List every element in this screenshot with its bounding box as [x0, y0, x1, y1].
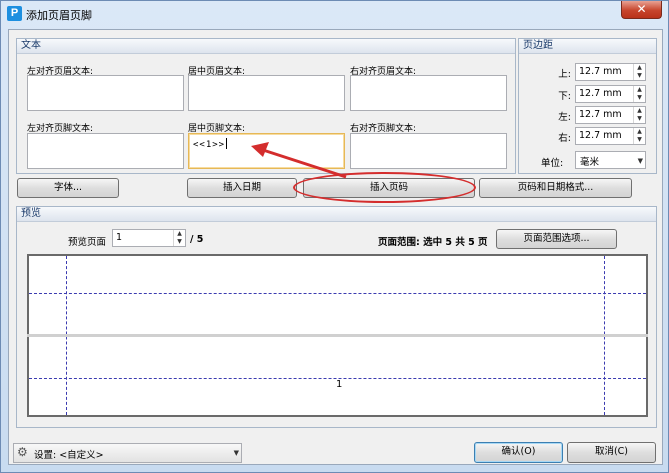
footer-right-input[interactable]	[350, 133, 507, 169]
spin-arrows-icon[interactable]: ▲ ▼	[633, 128, 645, 144]
page-range-button[interactable]: 页面范围选项...	[496, 229, 617, 249]
text-caret	[226, 138, 228, 149]
header-center-input[interactable]	[188, 75, 345, 111]
unit-label: 单位:	[541, 158, 564, 169]
chevron-down-icon: ▼	[233, 449, 239, 457]
spin-arrows-icon[interactable]: ▲ ▼	[173, 230, 185, 246]
margin-right-value: 12.7 mm	[579, 130, 622, 141]
annotation-highlight	[293, 172, 476, 203]
margin-group: 页边距 上: 12.7 mm ▲ ▼ 下: 12.7 mm ▲ ▼ 左: 12.7 …	[518, 38, 657, 174]
footer-center-input[interactable]: <<1>>	[188, 133, 345, 169]
unit-value: 毫米	[580, 157, 600, 168]
margin-bottom-label: 下:	[558, 91, 571, 102]
preview-page-label: 预览页面	[68, 237, 107, 248]
text-group: 文本 左对齐页眉文本: 居中页眉文本: 右对齐页眉文本: 左对齐页脚文本: 居中…	[16, 38, 516, 174]
margin-left-label: 左:	[558, 112, 571, 123]
header-left-input[interactable]	[27, 75, 184, 111]
app-icon: P	[7, 6, 22, 21]
total-pages: / 5	[190, 234, 204, 245]
spin-arrows-icon[interactable]: ▲ ▼	[633, 86, 645, 102]
margin-top-stepper[interactable]: 12.7 mm ▲ ▼	[575, 63, 646, 81]
preview-group-title: 预览	[17, 207, 656, 222]
footer-center-value: <<1>>	[193, 140, 226, 150]
gear-icon: ⚙	[17, 445, 28, 459]
page-range-text: 页面范围: 选中 5 共 5 页	[378, 237, 488, 248]
ok-button[interactable]: 确认(O)	[474, 442, 563, 463]
preview-page-stepper[interactable]: 1 ▲ ▼	[112, 229, 186, 247]
margin-left-value: 12.7 mm	[579, 109, 622, 120]
insert-date-button[interactable]: 插入日期	[187, 178, 297, 198]
close-button[interactable]: ✕	[621, 1, 662, 19]
margin-group-title: 页边距	[519, 39, 656, 54]
header-right-input[interactable]	[350, 75, 507, 111]
settings-select[interactable]: ⚙ 设置: <自定义> ▼	[13, 443, 242, 463]
cancel-button[interactable]: 取消(C)	[567, 442, 656, 463]
footer-left-input[interactable]	[27, 133, 184, 169]
settings-value: 设置: <自定义>	[34, 450, 104, 461]
spin-arrows-icon[interactable]: ▲ ▼	[633, 64, 645, 80]
unit-select[interactable]: 毫米 ▼	[575, 151, 646, 169]
title-bar: P 添加页眉页脚 ✕	[1, 1, 668, 27]
margin-bottom-stepper[interactable]: 12.7 mm ▲ ▼	[575, 85, 646, 103]
margin-top-label: 上:	[558, 69, 571, 80]
margin-bottom-value: 12.7 mm	[579, 88, 622, 99]
chevron-down-icon: ▼	[637, 157, 643, 165]
margin-right-label: 右:	[558, 133, 571, 144]
top-margin-guide	[29, 293, 646, 294]
page-separator	[27, 334, 648, 337]
window-title: 添加页眉页脚	[26, 9, 92, 22]
spin-arrows-icon[interactable]: ▲ ▼	[633, 107, 645, 123]
margin-left-stepper[interactable]: 12.7 mm ▲ ▼	[575, 106, 646, 124]
margin-right-stepper[interactable]: 12.7 mm ▲ ▼	[575, 127, 646, 145]
preview-footer-page-number: 1	[336, 379, 343, 390]
font-button[interactable]: 字体...	[17, 178, 119, 198]
margin-top-value: 12.7 mm	[579, 66, 622, 77]
preview-page: 1	[27, 254, 648, 417]
page-date-format-button[interactable]: 页码和日期格式...	[479, 178, 632, 198]
dialog-window: P 添加页眉页脚 ✕ 文本 左对齐页眉文本: 居中页眉文本: 右对齐页眉文本: …	[0, 0, 669, 473]
text-group-title: 文本	[17, 39, 515, 54]
preview-page-value: 1	[116, 232, 123, 243]
